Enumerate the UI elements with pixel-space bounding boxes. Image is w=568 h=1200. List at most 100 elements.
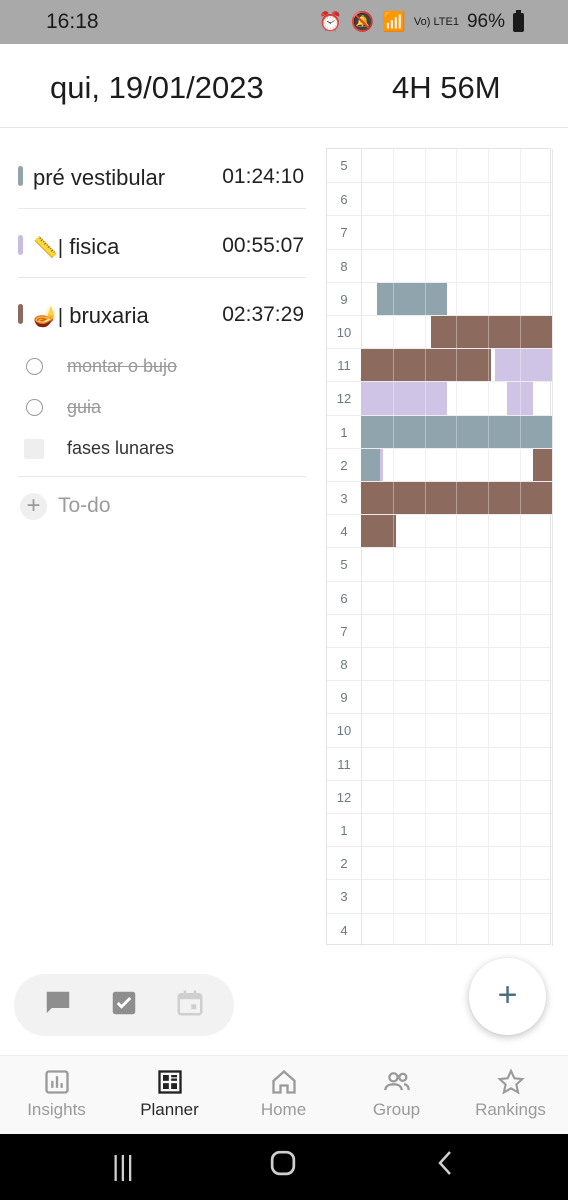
timeline-block[interactable] [380, 448, 384, 481]
hour-label: 6 [340, 590, 348, 606]
hour-label: 5 [340, 158, 348, 173]
timeline-block[interactable] [376, 282, 412, 315]
chart-icon [43, 1068, 71, 1096]
subject-list: pré vestibular 01:24:10 📏| fisica 00:55:… [18, 140, 306, 534]
recent-apps-icon[interactable]: ||| [112, 1150, 134, 1182]
hour-label: 9 [340, 291, 348, 307]
back-icon[interactable] [434, 1150, 456, 1183]
checkbox-icon[interactable] [107, 988, 141, 1022]
subject-item[interactable]: 🪔| bruxaria 02:37:29 [18, 278, 306, 347]
group-icon [383, 1068, 411, 1096]
hour-label: 9 [340, 690, 348, 706]
todo-item[interactable]: montar o bujo [18, 347, 306, 388]
planner-icon [156, 1068, 184, 1096]
subject-name-wrap: 📏| fisica [33, 234, 119, 260]
todo-checkbox[interactable] [26, 358, 43, 375]
todo-list: montar o bujo guia fases lunares [18, 347, 306, 470]
status-time: 16:18 [46, 10, 99, 33]
grid-column-overlay [456, 149, 458, 946]
timeline-block[interactable] [494, 349, 552, 382]
grid-column-overlay [520, 149, 521, 946]
todo-checkbox[interactable] [26, 399, 43, 416]
wifi-icon: 📶 [382, 12, 406, 33]
todo-item[interactable]: guia [18, 388, 306, 429]
grid-column-overlay [488, 149, 490, 946]
network-label: Vo) LTE1 [413, 16, 459, 28]
home-icon [270, 1068, 298, 1096]
status-bar: 16:18 ⏰ 🔕 📶 Vo) LTE1 96% [0, 0, 568, 44]
timeline-block[interactable] [361, 382, 447, 415]
grid-column-line [551, 149, 553, 946]
hour-label: 6 [340, 192, 348, 208]
hour-label: 8 [340, 657, 348, 672]
hour-label: 2 [340, 856, 348, 872]
todo-text: guia [67, 397, 102, 417]
star-icon [496, 1068, 525, 1096]
timeline-block[interactable] [361, 515, 396, 548]
nav-label: Planner [140, 1100, 199, 1119]
nav-label: Rankings [475, 1100, 546, 1119]
subject-name: pré vestibular [33, 165, 166, 190]
alarm-icon: ⏰ [318, 12, 343, 33]
hour-label: 2 [340, 457, 348, 473]
timeline-block[interactable] [361, 349, 492, 382]
timeline-block[interactable] [361, 448, 381, 481]
status-icons: ⏰ 🔕 📶 Vo) LTE1 96% [318, 9, 524, 34]
timeline-grid[interactable]: 5 6 7 8 9 10 11 12 1 2 3 4 5 6 7 8 9 10 11 12 1 2 3 4 [326, 148, 553, 946]
nav-label: Home [260, 1100, 307, 1119]
nav-group[interactable]: Group [340, 1056, 453, 1135]
subject-name-wrap: 🪔| bruxaria [33, 303, 149, 329]
subject-item[interactable]: pré vestibular 01:24:10 [18, 140, 306, 209]
ruler-icon: 📏| [33, 237, 64, 259]
subject-time: 02:37:29 [222, 303, 304, 326]
subject-time: 01:24:10 [222, 165, 304, 188]
hour-label: 11 [337, 358, 351, 374]
hour-label: 1 [340, 823, 348, 838]
grid-column-overlay [392, 149, 394, 946]
subject-item[interactable]: 📏| fisica 00:55:07 [18, 209, 306, 278]
subject-color-bar [18, 235, 23, 255]
todo-text: montar o bujo [67, 356, 178, 376]
add-todo-button[interactable]: + To-do [18, 476, 306, 534]
planner-header: qui, 19/01/2023 4H 56M [0, 44, 568, 128]
timeline-block[interactable] [411, 282, 447, 315]
hour-label: 8 [340, 258, 348, 274]
add-fab-button[interactable]: + [469, 958, 546, 1035]
plus-icon: + [20, 493, 47, 520]
timeline-block[interactable] [532, 448, 552, 481]
battery-percent: 96% [466, 11, 505, 32]
total-time: 4H 56M [392, 70, 501, 105]
subject-name: bruxaria [69, 303, 149, 328]
mute-icon: 🔕 [350, 12, 375, 33]
subject-time: 00:55:07 [222, 234, 304, 257]
home-button-icon[interactable] [270, 1150, 296, 1183]
nav-insights[interactable]: Insights [0, 1056, 113, 1135]
todo-checkbox[interactable] [24, 439, 44, 459]
chat-icon[interactable] [41, 988, 75, 1022]
subject-name: fisica [69, 234, 120, 259]
hour-label: 12 [336, 391, 352, 407]
timeline-block[interactable] [430, 316, 552, 349]
hour-label: 4 [340, 524, 348, 540]
nav-label: Insights [27, 1100, 86, 1119]
hour-label: 1 [340, 424, 348, 440]
todo-item[interactable]: fases lunares [18, 429, 306, 470]
nav-label: Group [372, 1100, 421, 1119]
nav-home[interactable]: Home [227, 1056, 340, 1135]
add-todo-label: To-do [58, 494, 111, 517]
hour-label: 5 [340, 557, 348, 573]
subject-color-bar [18, 166, 23, 186]
hour-label: 12 [336, 789, 352, 805]
calendar-icon[interactable] [173, 988, 207, 1022]
hour-label: 10 [336, 723, 352, 739]
battery-icon [513, 9, 524, 32]
hour-label: 7 [340, 623, 348, 639]
hour-label: 4 [340, 922, 348, 938]
mini-toolbar [14, 974, 234, 1036]
nav-rankings[interactable]: Rankings [454, 1056, 567, 1135]
hour-label: 3 [340, 491, 348, 506]
grid-column-line [361, 149, 362, 946]
hour-label: 3 [340, 889, 348, 905]
date-title[interactable]: qui, 19/01/2023 [50, 70, 264, 106]
nav-planner[interactable]: Planner [113, 1056, 226, 1135]
